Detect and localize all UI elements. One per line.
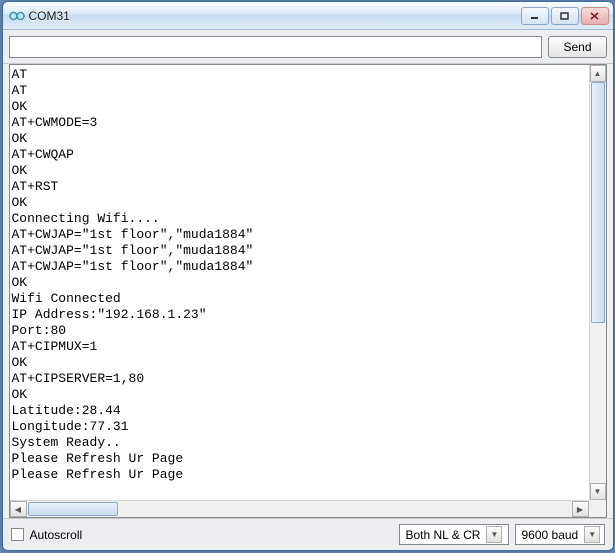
horizontal-scroll-thumb[interactable] [28, 502, 118, 516]
line-ending-value: Both NL & CR [406, 528, 481, 542]
vertical-scroll-track[interactable] [590, 82, 606, 483]
scroll-down-arrow-icon[interactable]: ▼ [590, 483, 606, 500]
send-button[interactable]: Send [548, 36, 606, 58]
window-buttons [521, 7, 609, 25]
terminal-output[interactable]: AT AT OK AT+CWMODE=3 OK AT+CWQAP OK AT+R… [10, 65, 606, 517]
scroll-up-arrow-icon[interactable]: ▲ [590, 65, 606, 82]
vertical-scrollbar[interactable]: ▲ ▼ [589, 65, 606, 500]
close-button[interactable] [581, 7, 609, 25]
terminal-area: AT AT OK AT+CWMODE=3 OK AT+CWQAP OK AT+R… [9, 64, 607, 518]
scroll-right-arrow-icon[interactable]: ▶ [572, 501, 589, 517]
scroll-corner [589, 500, 606, 517]
autoscroll-checkbox[interactable] [11, 528, 24, 541]
line-ending-select[interactable]: Both NL & CR ▼ [399, 524, 509, 545]
window-title: COM31 [29, 9, 521, 23]
vertical-scroll-thumb[interactable] [591, 82, 605, 323]
horizontal-scrollbar[interactable]: ◀ ▶ [10, 500, 589, 517]
statusbar: Autoscroll Both NL & CR ▼ 9600 baud ▼ [3, 518, 613, 550]
baud-rate-select[interactable]: 9600 baud ▼ [515, 524, 605, 545]
serial-input[interactable] [9, 36, 543, 58]
chevron-down-icon: ▼ [584, 526, 600, 543]
autoscroll-label: Autoscroll [30, 528, 83, 542]
maximize-button[interactable] [551, 7, 579, 25]
titlebar: COM31 [3, 2, 613, 30]
chevron-down-icon: ▼ [486, 526, 502, 543]
baud-rate-value: 9600 baud [522, 528, 579, 542]
input-toolbar: Send [3, 30, 613, 64]
scroll-left-arrow-icon[interactable]: ◀ [10, 501, 27, 517]
arduino-icon [9, 8, 25, 24]
serial-monitor-window: COM31 Send AT AT OK AT+CWMODE=3 OK AT+CW… [2, 1, 614, 551]
minimize-button[interactable] [521, 7, 549, 25]
